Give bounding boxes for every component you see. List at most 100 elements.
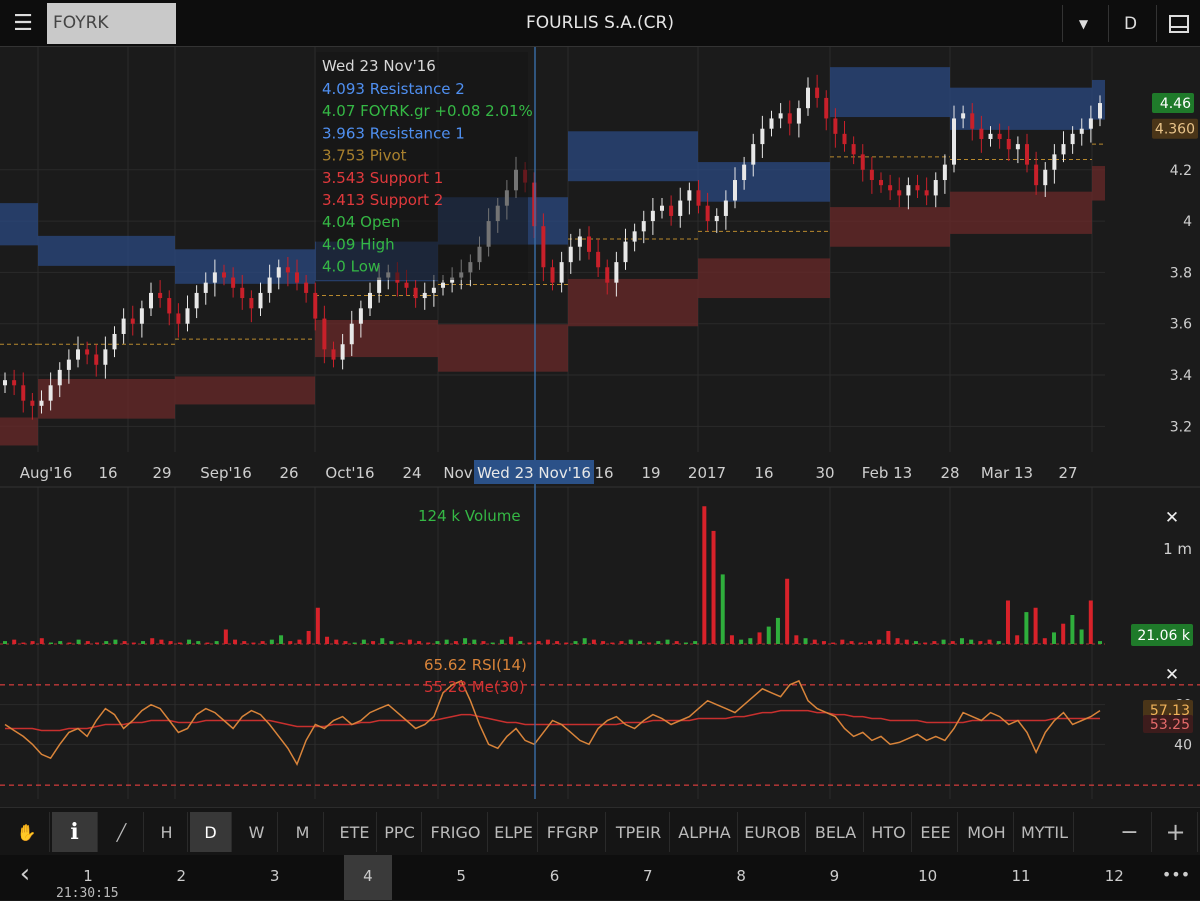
- x-axis-label: 26: [279, 464, 298, 482]
- zoom-out-button[interactable]: −: [1108, 812, 1152, 852]
- zoom-in-button[interactable]: +: [1154, 812, 1198, 852]
- line-icon[interactable]: ╱: [100, 812, 144, 852]
- candle-body: [933, 180, 938, 196]
- volume-bar: [509, 636, 514, 644]
- candle-body: [149, 292, 153, 309]
- page-7-button[interactable]: 7: [624, 855, 672, 900]
- page-6-button[interactable]: 6: [531, 855, 579, 900]
- rsi-y-tick: 40: [1174, 737, 1192, 753]
- chart-area[interactable]: 4.2 4 3.8 3.6 3.4 3.2 4.46 4.360 Aug'16 16 29 Sep'…: [0, 47, 1200, 807]
- last-price-tag: 4.46: [1152, 93, 1194, 114]
- candle-body: [650, 210, 655, 222]
- volume-bar: [647, 642, 652, 644]
- menu-icon[interactable]: ☰: [0, 5, 46, 42]
- page-11-button[interactable]: 11: [997, 855, 1045, 900]
- symbol-input[interactable]: FOYRK: [47, 3, 176, 44]
- symbol-tab-tpeir[interactable]: TPEIR: [608, 812, 670, 852]
- candle-body: [358, 308, 363, 324]
- page-5-button[interactable]: 5: [437, 855, 485, 900]
- volume-bar: [453, 641, 458, 644]
- volume-bar: [159, 639, 164, 644]
- page-12-button[interactable]: 12: [1090, 855, 1138, 900]
- symbol-tab-mytil[interactable]: MYTIL: [1016, 812, 1074, 852]
- volume-bar: [573, 641, 578, 644]
- page-8-button[interactable]: 8: [717, 855, 765, 900]
- info-line: 4.04 Open: [322, 213, 400, 231]
- info-icon[interactable]: i: [52, 812, 98, 852]
- prev-price-tag-text: 4.360: [1155, 122, 1195, 138]
- volume-bar: [407, 639, 412, 644]
- x-axis-label: Feb 13: [862, 464, 912, 482]
- x-axis-label: 30: [815, 464, 834, 482]
- window-icon[interactable]: [1156, 5, 1200, 42]
- y-tick-label: 4: [1183, 214, 1192, 230]
- candle-body: [94, 354, 99, 365]
- candle-body: [1015, 144, 1020, 150]
- volume-bar: [12, 639, 17, 644]
- candle-body: [979, 128, 984, 139]
- volume-bar: [582, 638, 587, 644]
- symbol-tab-frigo[interactable]: FRIGO: [424, 812, 488, 852]
- candle-body: [30, 400, 35, 406]
- x-axis-label: 2017: [688, 464, 726, 482]
- volume-bar: [472, 639, 477, 644]
- candle-body: [869, 169, 874, 181]
- y-tick-label: 3.2: [1170, 419, 1192, 435]
- chevron-down-icon[interactable]: ▼: [1062, 5, 1104, 42]
- me-last-value: 53.25: [1150, 717, 1190, 733]
- y-tick-label: 3.4: [1170, 368, 1192, 384]
- candle-body: [12, 380, 17, 386]
- volume-bar: [1042, 638, 1047, 644]
- symbol-tab-eee[interactable]: EEE: [914, 812, 958, 852]
- period-h-button[interactable]: H: [146, 812, 188, 852]
- candle-body: [778, 113, 783, 119]
- candle-body: [194, 292, 199, 309]
- candle-body: [285, 267, 290, 273]
- candle-body: [121, 318, 126, 334]
- candle-body: [167, 298, 172, 314]
- page-4-button[interactable]: 4: [343, 855, 392, 900]
- candle-body: [924, 190, 929, 196]
- volume-bar: [177, 642, 182, 644]
- more-icon[interactable]: •••: [1152, 855, 1200, 900]
- symbol-tab-eurob[interactable]: EUROB: [740, 812, 806, 852]
- page-10-button[interactable]: 10: [904, 855, 952, 900]
- symbol-tab-ppc[interactable]: PPC: [378, 812, 422, 852]
- symbol-tab-hto[interactable]: HTO: [866, 812, 912, 852]
- symbol-tab-ete[interactable]: ETE: [333, 812, 377, 852]
- candle-body: [541, 226, 546, 268]
- volume-bar: [739, 639, 744, 644]
- page-9-button[interactable]: 9: [810, 855, 858, 900]
- support-zone: [698, 258, 830, 299]
- volume-bar: [251, 642, 256, 644]
- symbol-tab-moh[interactable]: MOH: [960, 812, 1014, 852]
- volume-bar: [297, 639, 302, 644]
- symbol-tab-bela[interactable]: BELA: [808, 812, 864, 852]
- page-2-button[interactable]: 2: [157, 855, 205, 900]
- symbol-tab-elpe[interactable]: ELPE: [490, 812, 538, 852]
- volume-bar: [168, 641, 173, 644]
- page-3-button[interactable]: 3: [251, 855, 299, 900]
- hand-icon[interactable]: ✋: [4, 812, 50, 852]
- volume-bar: [463, 638, 468, 644]
- close-volume-icon: ✕: [1165, 508, 1179, 528]
- volume-bar: [969, 639, 974, 644]
- volume-bar: [877, 639, 882, 644]
- period-m-button[interactable]: M: [282, 812, 324, 852]
- volume-bar: [601, 641, 606, 644]
- candle-body: [952, 118, 956, 165]
- candle-body: [641, 221, 646, 232]
- period-d-button[interactable]: D: [190, 812, 232, 852]
- back-button[interactable]: ‹: [0, 855, 50, 900]
- volume-bar: [987, 639, 992, 644]
- volume-bar: [766, 626, 771, 644]
- volume-bar: [49, 642, 54, 644]
- volume-bar: [1005, 600, 1010, 644]
- symbol-tab-alpha[interactable]: ALPHA: [672, 812, 738, 852]
- period-button[interactable]: D: [1108, 5, 1152, 42]
- period-w-button[interactable]: W: [236, 812, 278, 852]
- candle-body: [769, 118, 774, 129]
- symbol-tab-ffgrp[interactable]: FFGRP: [540, 812, 606, 852]
- x-axis-label: 24: [402, 464, 421, 482]
- crosshair-date-label: Wed 23 Nov'16: [477, 464, 591, 482]
